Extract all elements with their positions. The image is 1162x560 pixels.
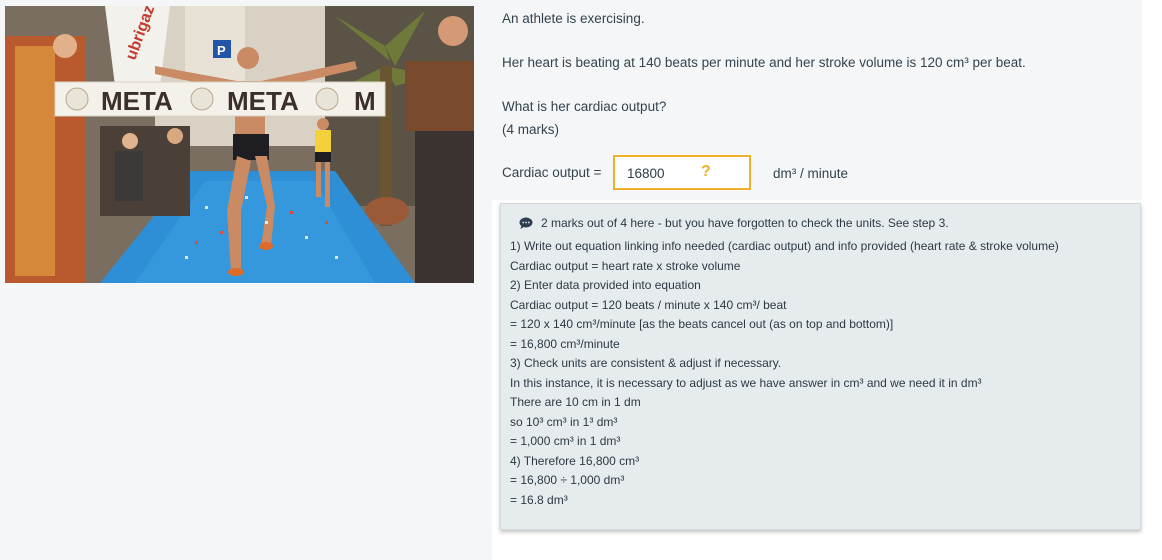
- feedback-steps: 1) Write out equation linking info neede…: [510, 237, 1130, 510]
- feedback-line: In this instance, it is necessary to adj…: [510, 375, 982, 390]
- speech-bubble-icon: [519, 217, 533, 229]
- banner-text-3: M: [354, 86, 376, 116]
- feedback-line: 3) Check units are consistent & adjust i…: [510, 356, 782, 370]
- question-intro: An athlete is exercising.: [502, 11, 645, 26]
- question-prompt: What is her cardiac output?: [502, 99, 667, 114]
- feedback-summary: 2 marks out of 4 here - but you have for…: [541, 216, 949, 230]
- feedback-line: = 16,800 cm³/minute: [510, 336, 620, 351]
- feedback-line: = 120 x 140 cm³/minute [as the beats can…: [510, 317, 894, 331]
- feedback-line: = 16.8 dm³: [510, 492, 568, 507]
- answer-input[interactable]: 16800 ?: [613, 155, 751, 190]
- feedback-line: = 16,800 ÷ 1,000 dm³: [510, 473, 625, 487]
- feedback-panel: 2 marks out of 4 here - but you have for…: [500, 203, 1141, 530]
- athlete-photo: ubrigaz P META META M: [5, 6, 474, 283]
- incorrect-hint-icon[interactable]: ?: [701, 163, 711, 181]
- question-data: Her heart is beating at 140 beats per mi…: [502, 55, 1026, 70]
- feedback-line: 4) Therefore 16,800 cm³: [510, 453, 640, 468]
- feedback-line: 1) Write out equation linking info neede…: [510, 239, 1059, 253]
- feedback-line: There are 10 cm in 1 dm: [510, 395, 641, 409]
- answer-label: Cardiac output =: [502, 165, 602, 180]
- question-panel: An athlete is exercising. Her heart is b…: [492, 0, 1142, 200]
- feedback-line: Cardiac output = heart rate x stroke vol…: [510, 258, 741, 273]
- feedback-line: so 10³ cm³ in 1³ dm³: [510, 414, 618, 429]
- feedback-header: 2 marks out of 4 here - but you have for…: [519, 216, 949, 230]
- feedback-line: = 1,000 cm³ in 1 dm³: [510, 434, 621, 448]
- question-marks: (4 marks): [502, 122, 559, 137]
- feedback-line: Cardiac output = 120 beats / minute x 14…: [510, 297, 787, 312]
- banner-text-2: META: [227, 86, 299, 116]
- banner-text-1: META: [101, 86, 173, 116]
- parking-sign-letter: P: [217, 43, 226, 58]
- answer-value: 16800: [627, 166, 665, 181]
- feedback-line: 2) Enter data provided into equation: [510, 278, 701, 292]
- answer-units: dm³ / minute: [773, 166, 849, 181]
- left-panel: ubrigaz P META META M: [0, 0, 492, 560]
